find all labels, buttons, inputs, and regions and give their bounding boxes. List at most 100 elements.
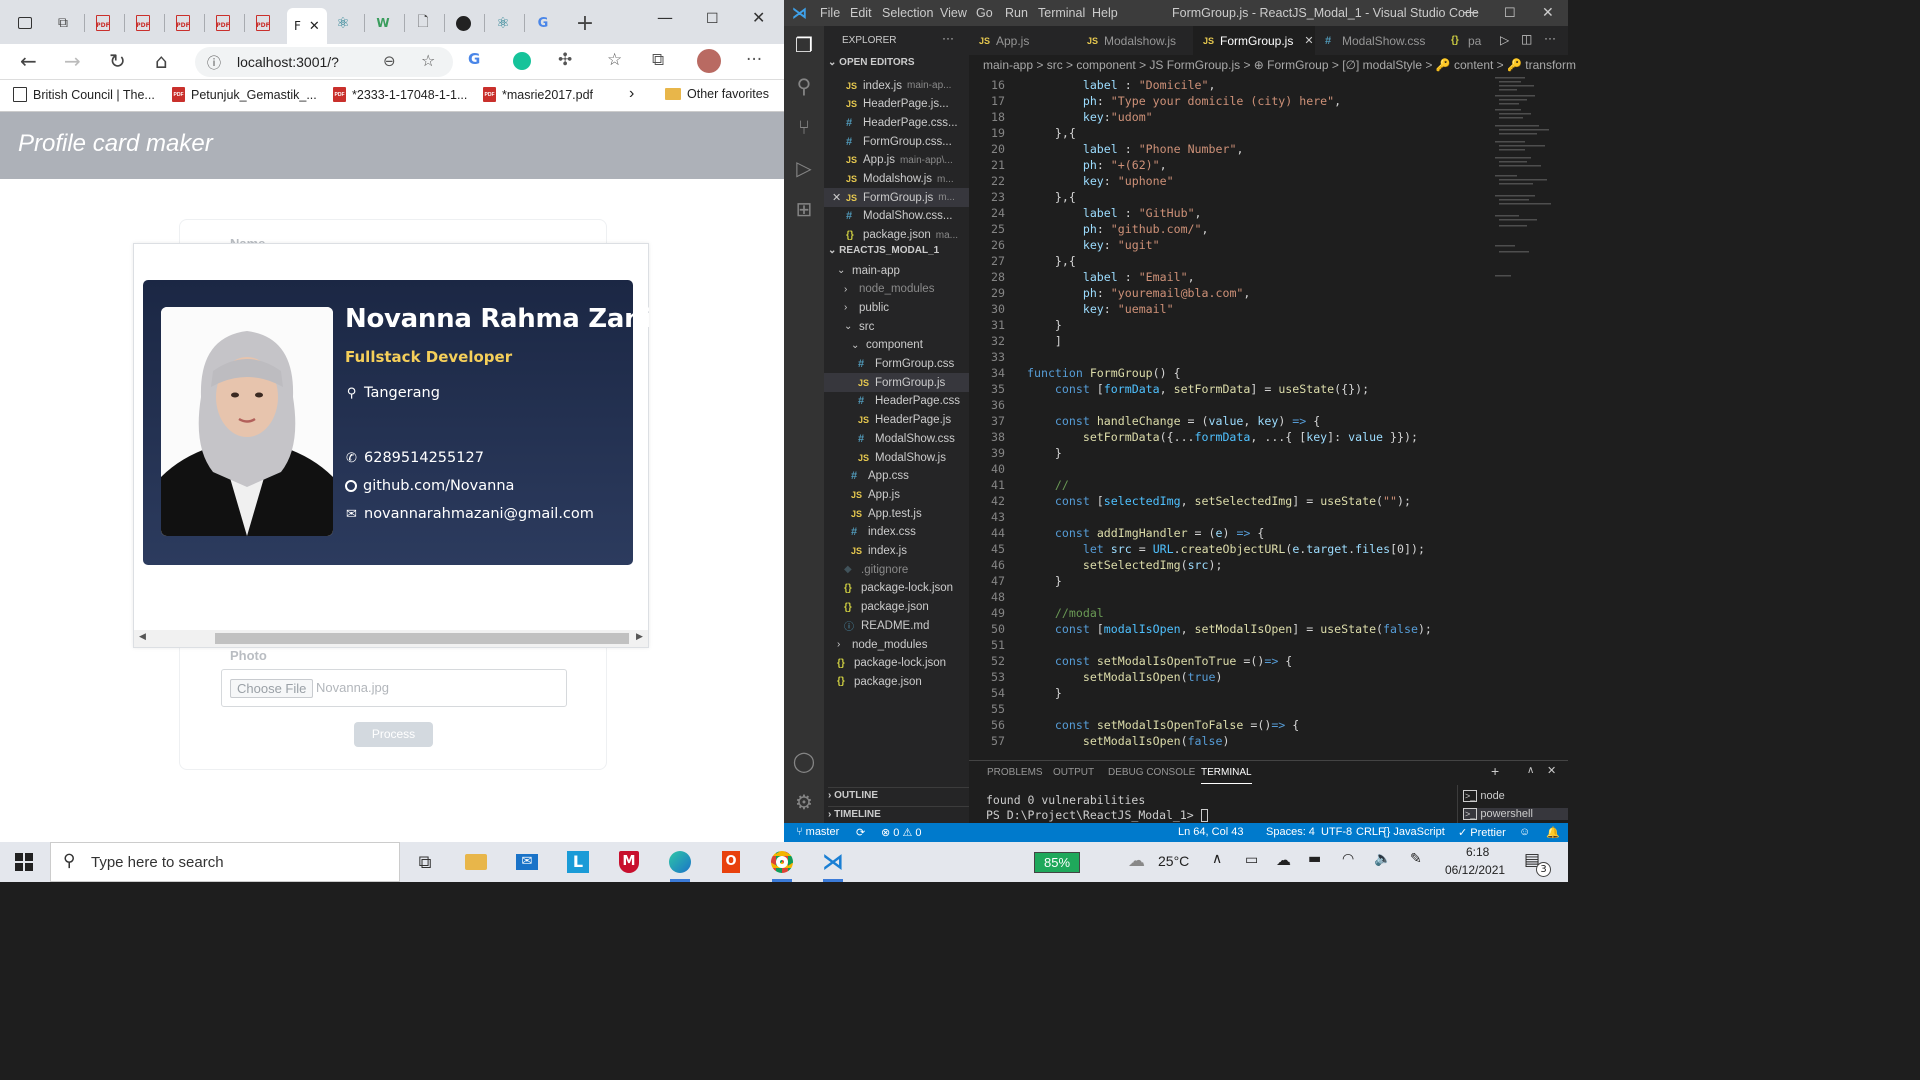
- close-window-icon[interactable]: ✕: [1542, 4, 1554, 21]
- wifi-icon[interactable]: ◠: [1342, 851, 1354, 867]
- more-actions-icon[interactable]: ···: [942, 31, 954, 45]
- chevron-up-icon[interactable]: ∧: [1212, 851, 1222, 867]
- onedrive-icon[interactable]: ☁: [1276, 851, 1291, 869]
- tab-react-2[interactable]: ⚛: [491, 10, 515, 36]
- eol-status[interactable]: CRLF: [1356, 826, 1385, 838]
- tree-file[interactable]: JS App.js: [824, 485, 969, 504]
- editor-tab[interactable]: {} pa: [1441, 26, 1491, 55]
- menu-terminal[interactable]: Terminal: [1038, 6, 1085, 20]
- close-window-icon[interactable]: ✕: [752, 8, 765, 27]
- collections-icon[interactable]: ⧉: [652, 50, 664, 70]
- branch-status[interactable]: ⑂ master: [796, 826, 839, 838]
- cursor-position[interactable]: Ln 64, Col 43: [1178, 826, 1243, 838]
- photo-file-input[interactable]: Choose File Novanna.jpg: [221, 669, 567, 707]
- url-text[interactable]: localhost:3001/?: [237, 54, 339, 70]
- tree-file[interactable]: # ModalShow.css: [824, 429, 969, 448]
- tree-file[interactable]: JS App.test.js: [824, 504, 969, 523]
- forward-icon[interactable]: →: [64, 50, 81, 72]
- chrome-icon[interactable]: [769, 850, 795, 882]
- avatar[interactable]: [697, 49, 721, 73]
- notification-center[interactable]: ▤ 3: [1524, 850, 1551, 877]
- run-debug-icon[interactable]: ▷: [792, 157, 816, 181]
- tree-file[interactable]: JS ModalShow.js: [824, 448, 969, 467]
- tab-actions-icon[interactable]: [13, 10, 37, 36]
- close-tab-icon[interactable]: ✕: [309, 19, 320, 34]
- project-header[interactable]: ⌄ REACTJS_MODAL_1: [828, 245, 939, 256]
- editor-tab[interactable]: JS Modalshow.js: [1077, 26, 1193, 55]
- bookmark-british-council[interactable]: British Council | The...: [13, 87, 155, 102]
- open-editor-item[interactable]: JS index.js main-ap...: [824, 76, 969, 95]
- mail-icon[interactable]: ✉: [514, 850, 540, 874]
- weather-icon[interactable]: ☁: [1128, 851, 1145, 871]
- terminal-session-node[interactable]: >_ node: [1463, 790, 1505, 802]
- tree-file[interactable]: {} package-lock.json: [824, 654, 969, 673]
- tree-file[interactable]: JS HeaderPage.js: [824, 411, 969, 430]
- tab-pdf-2[interactable]: PDF: [131, 10, 155, 36]
- settings-gear-icon[interactable]: ⚙: [792, 791, 816, 815]
- task-view-icon[interactable]: ⧉: [412, 850, 438, 874]
- editor-tab[interactable]: JS FormGroup.js ✕: [1193, 26, 1315, 55]
- bookmark-2333[interactable]: PDF *2333-1-17048-1-1...: [333, 87, 467, 102]
- choose-file-button[interactable]: Choose File: [230, 679, 314, 698]
- vscode-taskbar-icon[interactable]: ⋊: [820, 850, 846, 882]
- minimize-icon[interactable]: —: [1464, 3, 1478, 19]
- l-app-icon[interactable]: L: [565, 850, 591, 874]
- breadcrumb[interactable]: main-app > src > component > JS FormGrou…: [969, 55, 1576, 75]
- menu-edit[interactable]: Edit: [850, 6, 872, 20]
- minimize-icon[interactable]: —: [657, 8, 673, 27]
- terminal-session-powershell[interactable]: >_ powershell: [1463, 808, 1568, 820]
- new-tab-button[interactable]: +: [573, 10, 597, 36]
- scroll-left-icon[interactable]: ◀: [139, 632, 146, 642]
- editor-tab[interactable]: JS App.js: [969, 26, 1077, 55]
- timeline-header[interactable]: › TIMELINE: [828, 806, 969, 820]
- close-tab-icon[interactable]: ✕: [1304, 34, 1313, 47]
- tab-pdf-5[interactable]: PDF: [251, 10, 275, 36]
- edge-icon[interactable]: [667, 850, 693, 882]
- split-editor-icon[interactable]: ◫: [1521, 32, 1532, 46]
- tab-pdf-1[interactable]: PDF: [91, 10, 115, 36]
- favorites-icon[interactable]: ☆: [607, 50, 622, 70]
- minimap[interactable]: [1495, 75, 1555, 295]
- source-control-icon[interactable]: ⑂: [792, 116, 816, 140]
- office-icon[interactable]: O: [718, 850, 744, 874]
- bookmark-masrie[interactable]: PDF *masrie2017.pdf: [483, 87, 593, 102]
- tree-file[interactable]: # App.css: [824, 467, 969, 486]
- tab-pdf-4[interactable]: PDF: [211, 10, 235, 36]
- tree-file[interactable]: # FormGroup.css: [824, 355, 969, 374]
- search-icon[interactable]: ⚲: [792, 75, 816, 99]
- menu-view[interactable]: View: [940, 6, 967, 20]
- tree-file[interactable]: JS index.js: [824, 542, 969, 561]
- open-editor-item[interactable]: # HeaderPage.css...: [824, 113, 969, 132]
- code-editor[interactable]: 16 label : "Domicile", 17 ph: "Type your…: [969, 77, 1489, 757]
- tree-file[interactable]: ◆ .gitignore: [824, 560, 969, 579]
- feedback-icon[interactable]: ☺: [1519, 826, 1530, 838]
- notifications-icon[interactable]: 🔔: [1546, 826, 1560, 839]
- language-status[interactable]: {} JavaScript: [1383, 826, 1445, 838]
- tree-file[interactable]: {} package.json: [824, 672, 969, 691]
- menu-go[interactable]: Go: [976, 6, 993, 20]
- close-editor-icon[interactable]: ✕: [832, 191, 841, 204]
- sync-icon[interactable]: ⟳: [856, 826, 865, 839]
- horizontal-scrollbar[interactable]: ◀ ▶: [134, 630, 648, 647]
- open-editor-item[interactable]: # ModalShow.css...: [824, 207, 969, 226]
- tab-active[interactable]: F ✕: [287, 8, 327, 44]
- url-box[interactable]: ⓘ localhost:3001/? ⊖ ☆: [195, 47, 453, 77]
- reload-icon[interactable]: ↻: [109, 50, 126, 72]
- account-icon[interactable]: ◯: [792, 750, 816, 774]
- open-editors-header[interactable]: ⌄ OPEN EDITORS: [828, 57, 915, 68]
- extensions-icon[interactable]: ⊞: [792, 198, 816, 222]
- tab-react[interactable]: ⚛: [331, 10, 355, 36]
- clock-time[interactable]: 6:18: [1466, 845, 1489, 859]
- outline-header[interactable]: › OUTLINE: [828, 787, 969, 801]
- tab-1[interactable]: ⧉: [51, 10, 75, 36]
- open-editor-item[interactable]: JS HeaderPage.js...: [824, 95, 969, 114]
- indentation-status[interactable]: Spaces: 4: [1266, 826, 1315, 838]
- open-editor-item[interactable]: {} package.json ma...: [824, 226, 969, 245]
- bookmarks-more-icon[interactable]: ›: [629, 85, 634, 103]
- mcafee-icon[interactable]: M: [616, 850, 642, 874]
- tree-folder[interactable]: ⌄ main-app: [824, 261, 969, 280]
- tab-terminal[interactable]: TERMINAL: [1201, 767, 1252, 784]
- open-editor-item[interactable]: JS Modalshow.js m...: [824, 170, 969, 189]
- tree-file[interactable]: # index.css: [824, 523, 969, 542]
- menu-run[interactable]: Run: [1005, 6, 1028, 20]
